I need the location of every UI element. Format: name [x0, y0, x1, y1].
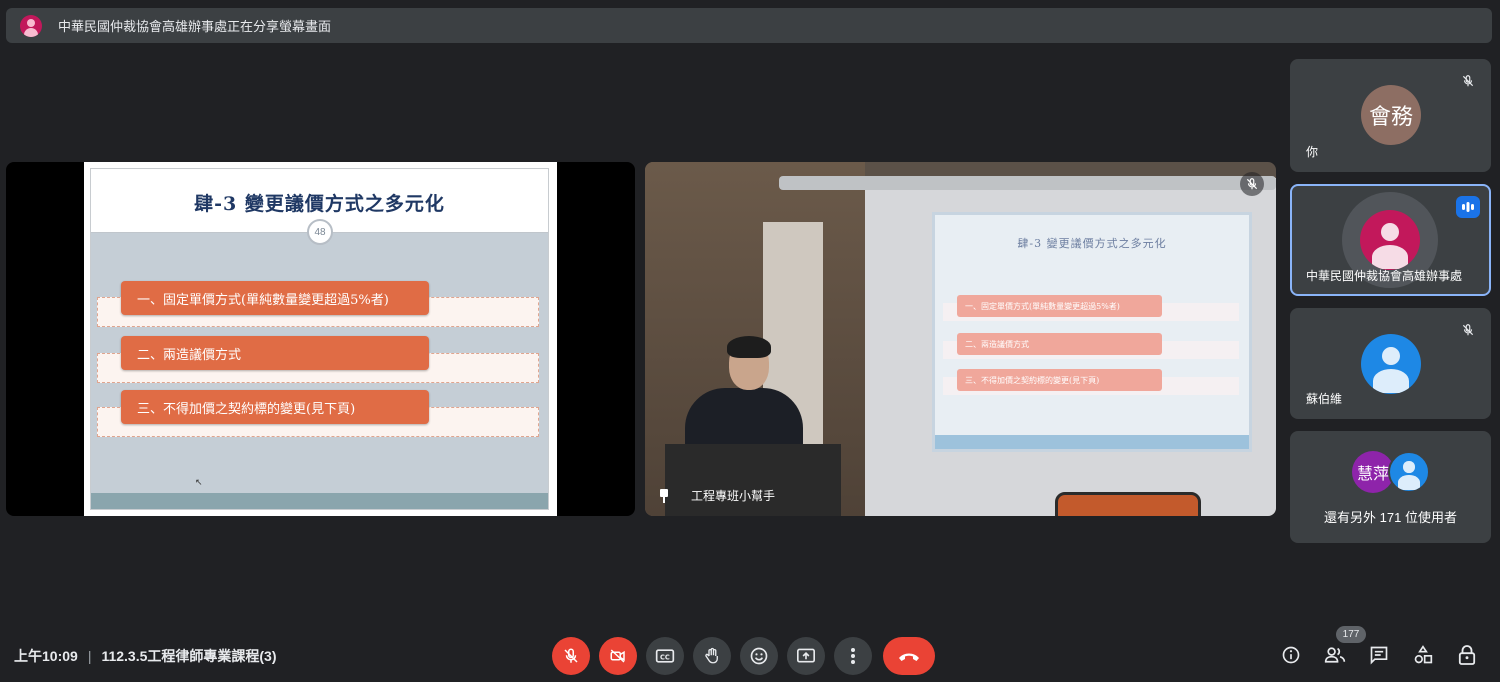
- host-controls-button[interactable]: [1454, 642, 1480, 668]
- projected-slide: 肆-3 變更議價方式之多元化 一、固定單價方式(單純數量變更超過5%者) 二、兩…: [932, 212, 1252, 452]
- people-count-badge: 177: [1336, 626, 1366, 643]
- raise-hand-button[interactable]: [693, 637, 731, 675]
- emoji-button[interactable]: [740, 637, 778, 675]
- slide-item: 三、不得加價之契約標的變更(見下頁): [121, 390, 429, 424]
- mic-toggle-button[interactable]: [552, 637, 590, 675]
- captions-button[interactable]: CC: [646, 637, 684, 675]
- slide-page-number: 48: [307, 219, 333, 245]
- presenter-avatar: [20, 14, 42, 37]
- slide-item: 二、兩造議價方式: [121, 336, 429, 370]
- participant-avatar: [1361, 334, 1421, 394]
- slide-header: 肆-3 變更議價方式之多元化 48: [91, 169, 548, 245]
- camera-name-tag: 工程專班小幫手: [659, 487, 775, 504]
- call-controls: CC: [552, 637, 944, 675]
- mouse-cursor-icon: ↖: [195, 477, 203, 487]
- divider: |: [87, 648, 92, 664]
- speaking-indicator-icon: [1456, 196, 1480, 218]
- participant-tile-speaking[interactable]: 中華民國仲裁協會高雄辦事處: [1290, 184, 1491, 296]
- chat-button[interactable]: [1366, 642, 1392, 668]
- presentation-slide: 肆-3 變更議價方式之多元化 48 一、固定單價方式(單純數量變更超過5%者) …: [84, 162, 557, 516]
- participant-name: 你: [1306, 145, 1319, 159]
- banner-text: 中華民國仲裁協會高雄辦事處正在分享螢幕畫面: [58, 19, 332, 34]
- chat-icon: [1370, 646, 1388, 665]
- others-tile[interactable]: 慧萍 還有另外 171 位使用者: [1290, 431, 1491, 543]
- slide-item: 一、固定單價方式(單純數量變更超過5%者): [121, 281, 429, 315]
- captions-icon: CC: [655, 649, 675, 663]
- emoji-icon: [750, 647, 768, 665]
- side-controls: [1278, 642, 1498, 668]
- participant-avatar: [1388, 451, 1430, 493]
- chair: [1055, 492, 1201, 516]
- projected-footer: [935, 435, 1249, 449]
- mic-off-icon: [1456, 318, 1480, 342]
- mic-off-icon: [1240, 172, 1264, 196]
- present-screen-button[interactable]: [787, 637, 825, 675]
- podium: [665, 444, 841, 516]
- camera-participant-name: 工程專班小幫手: [691, 489, 776, 503]
- slide-frame: 肆-3 變更議價方式之多元化 48 一、固定單價方式(單純數量變更超過5%者) …: [90, 168, 549, 510]
- meeting-title: 112.3.5工程律師專業課程(3): [101, 648, 277, 664]
- participant-tile-self[interactable]: 會務 你: [1290, 59, 1491, 172]
- presenting-banner: 中華民國仲裁協會高雄辦事處正在分享螢幕畫面: [6, 8, 1492, 43]
- more-options-button[interactable]: [834, 637, 872, 675]
- slide-footer: [91, 493, 548, 509]
- present-screen-icon: [797, 648, 815, 663]
- meeting-info: 上午10:09 | 112.3.5工程律師專業課程(3): [14, 646, 277, 666]
- info-icon: [1282, 646, 1300, 664]
- clock: 上午10:09: [14, 648, 78, 664]
- slide-title: 肆-3 變更議價方式之多元化: [194, 193, 445, 215]
- participant-tile[interactable]: 蘇伯維: [1290, 308, 1491, 419]
- people-icon: [1324, 647, 1346, 663]
- camera-tile[interactable]: 肆-3 變更議價方式之多元化 一、固定單價方式(單純數量變更超過5%者) 二、兩…: [645, 162, 1276, 516]
- pin-icon[interactable]: [659, 488, 669, 503]
- others-count-label: 還有另外 171 位使用者: [1324, 510, 1457, 525]
- shared-screen-tile[interactable]: 肆-3 變更議價方式之多元化 48 一、固定單價方式(單純數量變更超過5%者) …: [6, 162, 635, 516]
- speaker-hair: [727, 336, 771, 358]
- leave-call-button[interactable]: [883, 637, 935, 675]
- mic-off-icon: [1456, 69, 1480, 93]
- svg-text:CC: CC: [660, 653, 670, 661]
- meeting-details-button[interactable]: [1278, 642, 1304, 668]
- projected-item: 三、不得加價之契約標的變更(見下頁): [957, 369, 1162, 391]
- projector-rail: [779, 176, 1276, 190]
- projected-title: 肆-3 變更議價方式之多元化: [1017, 237, 1167, 250]
- participant-name: 蘇伯維: [1306, 392, 1343, 406]
- camera-off-icon: [610, 649, 625, 663]
- leave-call-icon: [899, 653, 919, 661]
- participant-avatar: 會務: [1361, 85, 1421, 145]
- more-options-icon: [851, 648, 855, 664]
- people-button[interactable]: [1322, 642, 1348, 668]
- activities-icon: [1414, 645, 1433, 664]
- mic-off-icon: [564, 648, 578, 663]
- raise-hand-icon: [705, 647, 718, 664]
- activities-button[interactable]: [1410, 642, 1436, 668]
- projected-item: 一、固定單價方式(單純數量變更超過5%者): [957, 295, 1162, 317]
- camera-toggle-button[interactable]: [599, 637, 637, 675]
- participant-avatar: [1360, 210, 1420, 270]
- projected-item: 二、兩造議價方式: [957, 333, 1162, 355]
- lock-person-icon: [1458, 645, 1476, 665]
- participant-name: 中華民國仲裁協會高雄辦事處: [1306, 269, 1463, 283]
